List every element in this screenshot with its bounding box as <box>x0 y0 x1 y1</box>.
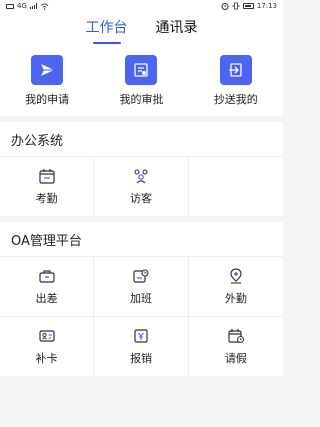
visitor-button[interactable]: 访客 <box>94 156 189 216</box>
yen-document-icon <box>134 328 148 343</box>
send-icon <box>31 55 64 85</box>
id-card-icon <box>39 329 55 342</box>
quick-actions: 我的申请 我的审批 抄送我的 <box>0 46 283 116</box>
wifi-icon <box>40 2 49 10</box>
cc-to-me-label: 抄送我的 <box>213 93 258 106</box>
my-applications-label: 我的申请 <box>25 93 70 106</box>
reimbursement-button[interactable]: 报销 <box>94 316 189 376</box>
section-title-oa: OA管理平台 <box>0 222 283 256</box>
reimbursement-label: 报销 <box>129 351 152 365</box>
leave-request-label: 请假 <box>224 351 247 365</box>
office-grid: 考勤 访客 <box>0 156 283 216</box>
leave-calendar-icon <box>228 328 244 343</box>
clock: 17:13 <box>256 2 277 10</box>
bottom-spacer <box>0 382 283 427</box>
oa-grid: 出差 加班 外勤 补卡 报销 请假 <box>0 256 283 376</box>
my-approvals-button[interactable]: 我的审批 <box>94 46 188 116</box>
cc-to-me-button[interactable]: 抄送我的 <box>189 46 283 116</box>
alarm-icon <box>221 3 229 10</box>
approval-icon <box>125 55 158 85</box>
section-title-office: 办公系统 <box>0 122 283 156</box>
my-applications-button[interactable]: 我的申请 <box>0 46 94 116</box>
status-bar: 4G 17:13 <box>0 0 283 12</box>
punch-card-button[interactable]: 补卡 <box>0 316 95 376</box>
status-right: 17:13 <box>221 2 277 10</box>
cc-icon <box>219 55 252 85</box>
overtime-icon <box>133 268 149 283</box>
top-tab-bar: 工作台 通讯录 <box>0 12 283 46</box>
empty-cell <box>188 156 283 216</box>
signal-icon <box>29 3 37 9</box>
field-work-label: 外勤 <box>224 291 247 305</box>
briefcase-icon <box>39 269 55 283</box>
leave-request-button[interactable]: 请假 <box>188 316 283 376</box>
attendance-label: 考勤 <box>35 191 58 205</box>
tab-workbench[interactable]: 工作台 <box>86 17 128 41</box>
punch-card-label: 补卡 <box>35 351 58 365</box>
overtime-label: 加班 <box>129 291 152 305</box>
overtime-button[interactable]: 加班 <box>94 256 189 316</box>
attendance-button[interactable]: 考勤 <box>0 156 95 216</box>
vibrate-icon <box>232 2 240 10</box>
visitor-icon <box>134 168 148 183</box>
status-left: 4G <box>6 2 49 10</box>
sim-icon <box>6 3 14 9</box>
visitor-label: 访客 <box>129 191 152 205</box>
my-approvals-label: 我的审批 <box>119 93 164 106</box>
network-label: 4G <box>17 2 27 10</box>
field-work-button[interactable]: 外勤 <box>188 256 283 316</box>
tab-contacts[interactable]: 通讯录 <box>156 17 198 41</box>
location-icon <box>230 267 242 284</box>
business-trip-label: 出差 <box>35 291 58 305</box>
battery-icon <box>242 3 254 9</box>
calendar-icon <box>39 168 55 184</box>
business-trip-button[interactable]: 出差 <box>0 256 95 316</box>
